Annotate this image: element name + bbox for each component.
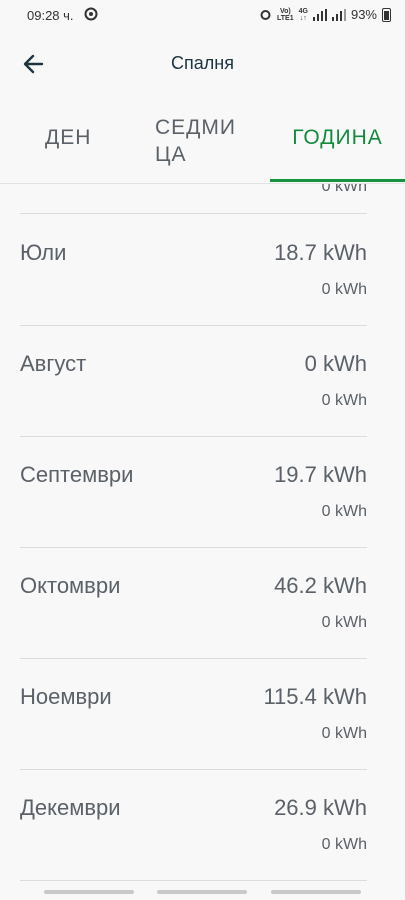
page-title: Спалня [171,53,234,73]
signal-icon-2 [331,8,346,21]
secondary-value: 0 kWh [321,184,367,195]
monthly-consumption-list[interactable]: 0 kWh Юли 18.7 kWh 0 kWh Август 0 kWh 0 … [0,184,405,884]
tab-bar: ДЕН СЕДМИ ЦА ГОДИНА [0,100,405,184]
list-item: Август 0 kWh 0 kWh [20,325,367,437]
network-gen-label: 4G [298,7,308,15]
active-tab-indicator [270,179,405,182]
tab-week-label-line1: СЕДМИ [155,116,236,139]
primary-value: 115.4 kWh [263,684,367,709]
primary-value: 0 kWh [304,351,367,376]
list-item: Ноември 115.4 kWh 0 kWh [20,658,367,770]
status-time: 09:28 ч. [27,8,74,23]
month-label: Юли [20,240,67,265]
primary-value: 46.2 kWh [274,573,367,598]
signal-icon [312,8,327,21]
list-item: Септември 19.7 kWh 0 kWh [20,436,367,548]
month-label: Декември [20,795,121,820]
volte-indicator: Vo) LTE1 [277,8,294,22]
month-label: Август [20,351,87,376]
primary-value: 18.7 kWh [274,240,367,265]
tab-day-label: ДЕН [45,126,92,149]
secondary-value: 0 kWh [321,503,367,520]
month-label: Септември [20,462,134,487]
tab-year-label: ГОДИНА [292,126,383,149]
status-right: Vo) LTE1 4G ↓↑ 93% [259,7,391,22]
list-item: Юли 18.7 kWh 0 kWh [20,214,367,326]
system-nav-bar [0,886,405,900]
app-bar: Спалня [0,32,405,94]
tab-year[interactable]: ГОДИНА [270,100,405,184]
sync-icon [84,7,98,24]
lte-label: LTE1 [277,14,294,22]
volte-label: Vo) [279,7,291,15]
tab-week-label-line2: ЦА [155,143,187,166]
home-button[interactable] [157,890,247,894]
primary-value: 19.7 kWh [274,462,367,487]
list-item-partial: 0 kWh [20,184,367,214]
month-label: Октомври [20,573,121,598]
status-bar: 09:28 ч. Vo) LTE1 4G ↓↑ 93% [0,0,405,32]
secondary-value: 0 kWh [321,614,367,631]
secondary-value: 0 kWh [321,836,367,853]
secondary-value: 0 kWh [321,725,367,742]
battery-icon [382,7,391,22]
secondary-value: 0 kWh [321,392,367,409]
back-nav-button[interactable] [271,890,361,894]
alarm-icon [260,10,271,20]
list-item: Декември 26.9 kWh 0 kWh [20,769,367,881]
recent-apps-button[interactable] [44,890,134,894]
month-label: Ноември [20,684,112,709]
battery-percent: 93% [350,7,377,22]
secondary-value: 0 kWh [321,281,367,298]
network-gen-indicator: 4G ↓↑ [298,7,308,22]
list-item: Октомври 46.2 kWh 0 kWh [20,547,367,659]
primary-value: 26.9 kWh [274,795,367,820]
